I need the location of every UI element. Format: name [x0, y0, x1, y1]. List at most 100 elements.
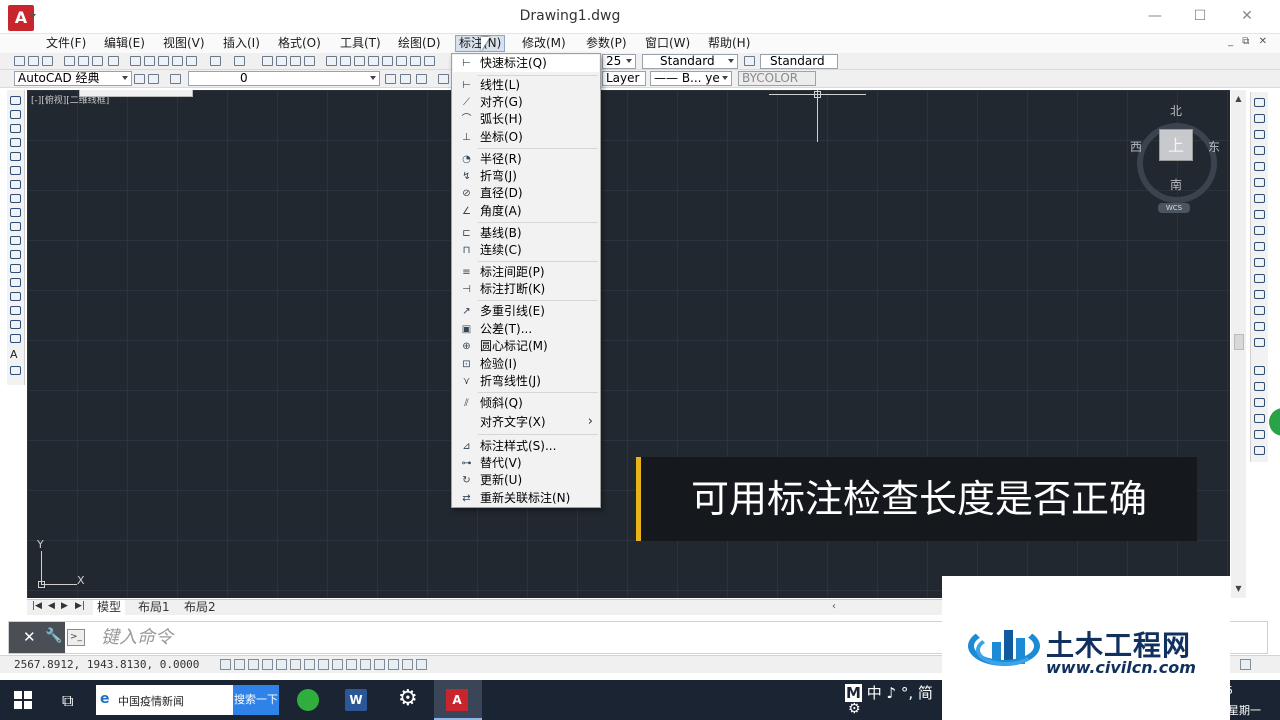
publish-icon[interactable] — [92, 56, 103, 66]
pan-icon[interactable] — [262, 56, 273, 66]
viewcube-west[interactable]: 西 — [1130, 138, 1142, 155]
menu-item-radius[interactable]: ◔ 半径(R) — [453, 151, 599, 168]
menu-item-reassociate[interactable]: ⇄ 重新关联标注(N) — [453, 490, 599, 507]
dynamic-ucs-icon[interactable] — [332, 659, 343, 670]
workspace-combo[interactable]: AutoCAD 经典 — [14, 71, 132, 86]
menu-tools[interactable]: 工具(T) — [337, 35, 384, 52]
menu-item-oblique[interactable]: ⫽ 倾斜(Q) — [453, 395, 599, 412]
first-tab-icon[interactable]: |◀ — [32, 601, 42, 611]
layer-previous-icon[interactable] — [400, 74, 411, 84]
wrench-icon[interactable]: 🔧 — [45, 628, 62, 644]
taskbar-autocad[interactable]: A — [434, 680, 482, 720]
tab-layout2[interactable]: 布局2 — [180, 600, 220, 615]
redo-icon[interactable] — [234, 56, 245, 66]
line-icon[interactable] — [10, 96, 21, 105]
make-current-layer-icon[interactable] — [385, 74, 396, 84]
taskbar-word[interactable]: W — [333, 680, 381, 720]
viewcube[interactable]: 北 南 东 西 上 WCS — [1130, 104, 1220, 215]
command-input[interactable] — [101, 625, 921, 650]
copy-object-icon[interactable] — [1254, 114, 1265, 123]
revision-cloud-icon[interactable] — [10, 194, 21, 203]
menu-format[interactable]: 格式(O) — [275, 35, 324, 52]
windows-start-icon[interactable] — [14, 691, 32, 709]
offset-icon[interactable] — [1254, 146, 1265, 155]
menu-item-align-text[interactable]: 对齐文字(X) › — [453, 414, 599, 431]
gradient-icon[interactable] — [10, 306, 21, 315]
menu-item-override[interactable]: ⊶ 替代(V) — [453, 455, 599, 472]
layer-properties-icon[interactable] — [170, 74, 181, 84]
send-under-icon[interactable] — [1254, 430, 1265, 439]
menu-window[interactable]: 窗口(W) — [642, 35, 693, 52]
spline-icon[interactable] — [10, 208, 21, 217]
menu-item-aligned[interactable]: ⟋ 对齐(G) — [453, 94, 599, 111]
menu-parametric[interactable]: 参数(P) — [583, 35, 630, 52]
block-editor-icon[interactable] — [186, 56, 197, 66]
menu-item-update[interactable]: ↻ 更新(U) — [453, 472, 599, 489]
floating-helper-widget[interactable] — [1269, 408, 1280, 436]
menu-item-arc-length[interactable]: ⌒ 弧长(H) — [453, 111, 599, 128]
quickcalc-icon[interactable] — [396, 56, 407, 66]
point-icon[interactable] — [10, 278, 21, 287]
wcs-menu[interactable]: WCS — [1158, 203, 1190, 213]
extend-icon[interactable] — [1254, 258, 1265, 267]
table-style-combo[interactable]: Standard — [760, 54, 838, 69]
task-view-icon[interactable]: ⧉ — [62, 691, 73, 711]
design-center-icon[interactable] — [340, 56, 351, 66]
taskbar-360-browser[interactable] — [285, 680, 333, 720]
maximize-button[interactable]: ☐ — [1177, 2, 1223, 30]
draw-order-icon[interactable] — [1254, 366, 1265, 375]
workspace-settings-icon[interactable] — [134, 74, 145, 84]
menu-item-jogged-linear[interactable]: ⋎ 折弯线性(J) — [453, 373, 599, 390]
object-snap-icon[interactable] — [290, 659, 301, 670]
open-icon[interactable] — [28, 56, 39, 66]
snap-mode-icon[interactable] — [234, 659, 245, 670]
selection-cycling-icon[interactable] — [402, 659, 413, 670]
tool-palettes-icon[interactable] — [354, 56, 365, 66]
menu-item-dimension-style[interactable]: ⊿ 标注样式(S)... — [453, 438, 599, 455]
drawing-canvas[interactable]: [-][俯视][二维线框] 北 南 东 西 上 WCS Y X 可用标注检查长度… — [27, 90, 1230, 598]
menu-item-continue[interactable]: ⊓ 连续(C) — [453, 242, 599, 259]
next-tab-icon[interactable]: ▶ — [61, 601, 68, 611]
new-icon[interactable] — [14, 56, 25, 66]
break-at-point-icon[interactable] — [1254, 274, 1265, 283]
calculator-icon[interactable] — [410, 56, 421, 66]
bring-above-icon[interactable] — [1254, 414, 1265, 423]
fullscreen-icon[interactable] — [1240, 659, 1251, 670]
make-block-icon[interactable] — [10, 264, 21, 273]
paste-icon[interactable] — [158, 56, 169, 66]
tray-clock[interactable]: 星期一 — [1228, 702, 1261, 718]
scale-icon[interactable] — [1254, 210, 1265, 219]
dim-style-combo[interactable]: Standard — [642, 54, 738, 69]
layer-state-icon[interactable] — [416, 74, 427, 84]
annotation-monitor-icon[interactable] — [416, 659, 427, 670]
3d-object-snap-icon[interactable] — [304, 659, 315, 670]
color-control-icon[interactable] — [438, 74, 449, 84]
array-icon[interactable] — [1254, 162, 1265, 171]
menu-item-inspection[interactable]: ⊡ 检验(I) — [453, 356, 599, 373]
menu-draw[interactable]: 绘图(D) — [395, 35, 444, 52]
print-icon[interactable] — [64, 56, 75, 66]
send-back-icon[interactable] — [1254, 398, 1265, 407]
cut-icon[interactable] — [130, 56, 141, 66]
menu-item-center-mark[interactable]: ⊕ 圆心标记(M) — [453, 338, 599, 355]
match-properties-icon[interactable] — [172, 56, 183, 66]
rotate-icon[interactable] — [1254, 194, 1265, 203]
quick-properties-icon[interactable] — [388, 659, 399, 670]
close-icon[interactable]: ✕ — [23, 628, 36, 646]
scroll-up-icon[interactable]: ▲ — [1231, 94, 1246, 103]
cursor-coordinates[interactable]: 2567.8912, 1943.8130, 0.0000 — [14, 658, 199, 671]
search-button[interactable]: 搜索一下 — [233, 685, 279, 715]
menu-modify[interactable]: 修改(M) — [519, 35, 569, 52]
explode-icon[interactable] — [1254, 446, 1265, 455]
command-prompt-icon[interactable]: >_ — [67, 629, 85, 646]
chamfer-icon[interactable] — [1254, 322, 1265, 331]
menu-item-baseline[interactable]: ⊏ 基线(B) — [453, 225, 599, 242]
plot-preview-icon[interactable] — [78, 56, 89, 66]
ime-settings-icon[interactable]: ⚙ — [848, 701, 861, 717]
workspace-save-icon[interactable] — [148, 74, 159, 84]
multiline-text-icon[interactable]: A — [10, 349, 21, 360]
vertical-scrollbar[interactable]: ▲ ▼ — [1231, 90, 1246, 598]
plot-style-combo[interactable]: BYCOLOR — [738, 71, 816, 86]
menu-item-ordinate[interactable]: ⊥ 坐标(O) — [453, 129, 599, 146]
close-button[interactable]: ✕ — [1224, 2, 1270, 30]
